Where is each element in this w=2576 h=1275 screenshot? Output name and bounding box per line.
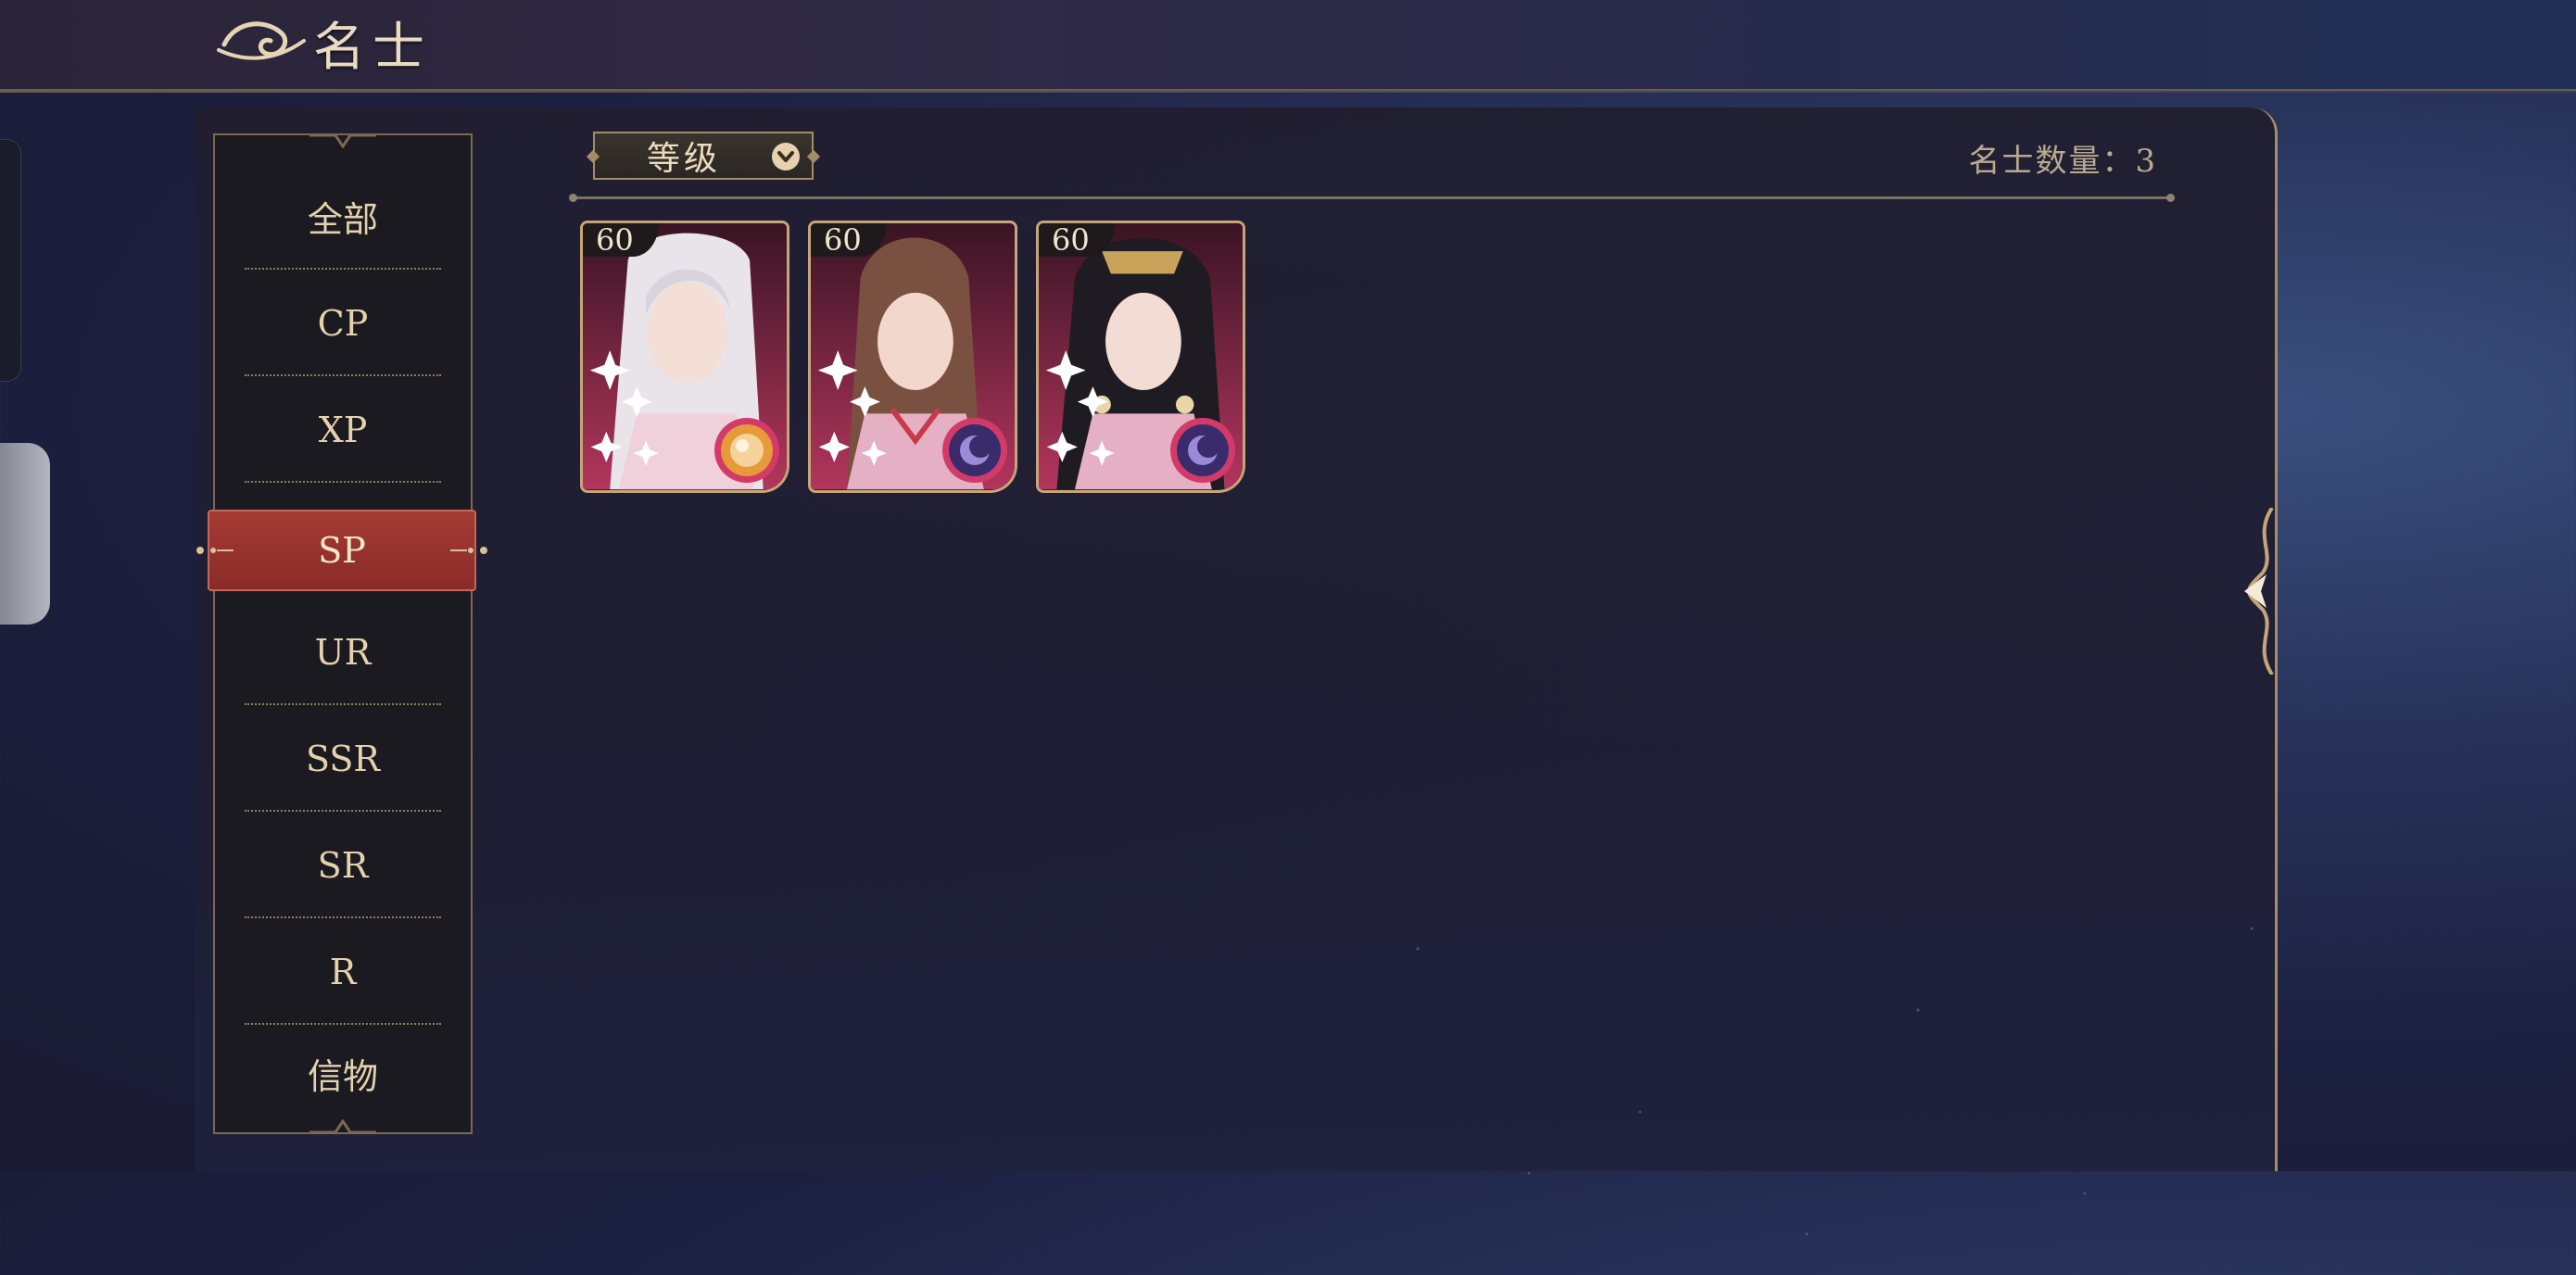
purple-moon-icon [1170,418,1235,483]
sort-dropdown[interactable]: 等级 [586,132,821,180]
hero-card[interactable]: 60 [580,221,789,493]
page-title: 名士 [313,18,432,78]
divider [245,481,441,483]
game-screen: { "header": { "title": "名士" }, "sidebar"… [0,0,2576,1275]
sidebar-item-label: SSR [305,738,380,779]
sidebar-item-label: CP [317,302,369,344]
collapse-panel-arrow-icon[interactable] [2235,508,2287,675]
sidebar-item-xp[interactable]: XP [215,376,471,483]
hero-card[interactable]: 60 [808,221,1017,493]
sidebar-item-label: R [329,951,357,992]
sidebar-item-ssr[interactable]: SSR [215,705,471,812]
sidebar-item-sr[interactable]: SR [215,812,471,918]
left-ornament-icon [196,547,234,554]
chevron-down-icon [772,143,800,170]
header-divider [569,194,2175,202]
sidebar-item-cp[interactable]: CP [215,270,471,376]
sort-dropdown-label: 等级 [647,140,722,178]
sidebar-item-token[interactable]: 信物 [215,1020,471,1127]
cloud-swirl-icon [217,21,306,60]
rarity-sidebar: 全部 CP XP SP UR SSR SR R 信物 [196,133,487,1134]
right-ornament-icon [450,547,487,554]
collapsed-left-panel[interactable] [0,139,21,382]
sidebar-item-label: SR [317,844,369,886]
sidebar-item-label: XP [318,409,368,450]
sidebar-item-label: SP [318,530,366,571]
sidebar-item-r[interactable]: R [215,918,471,1025]
hero-card[interactable]: 60 [1036,221,1245,493]
top-bar: 名士 [0,0,2576,93]
sidebar-item-ur[interactable]: UR [215,599,471,705]
hero-count: 名士数量：3 [1968,143,2157,180]
sidebar-item-all[interactable]: 全部 [215,163,471,270]
sidebar-item-label: 全部 [307,199,378,240]
sidebar-top-notch [309,133,376,148]
left-drawer-handle[interactable] [0,443,50,625]
gold-orb-icon [714,418,779,483]
sidebar-item-label: 信物 [307,1056,378,1097]
sidebar-item-sp[interactable]: SP [196,510,487,591]
purple-moon-icon [942,418,1007,483]
sidebar-item-label: UR [314,631,372,673]
